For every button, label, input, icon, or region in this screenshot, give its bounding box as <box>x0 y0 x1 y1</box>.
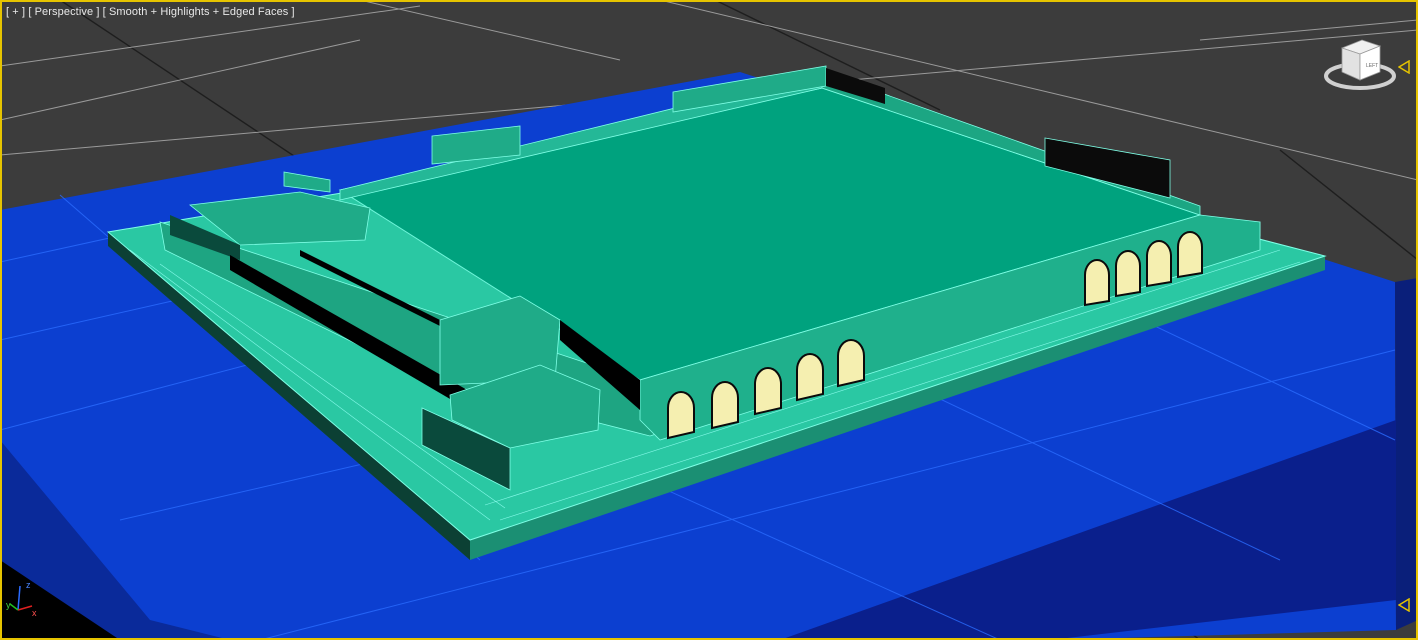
viewport-scene[interactable] <box>0 0 1418 640</box>
shading-menu[interactable]: [ Smooth + Highlights + Edged Faces ] <box>103 6 295 18</box>
point-of-view-menu[interactable]: [ Perspective ] <box>28 6 99 18</box>
general-viewport-menu[interactable]: [ + ] <box>6 6 25 18</box>
viewcube-label-left: LEFT <box>1366 63 1378 69</box>
axis-tripod: z x y <box>6 580 37 618</box>
axis-z-label: z <box>26 580 31 590</box>
axis-z-line <box>17 585 21 611</box>
viewcube-left-face[interactable] <box>1341 47 1361 81</box>
axis-x-line <box>17 605 33 611</box>
viewport-label-menu[interactable]: [ + ] [ Perspective ] [ Smooth + Highlig… <box>6 6 295 18</box>
viewport-corner-indicator-bottom[interactable] <box>1398 598 1410 612</box>
axis-y-line <box>9 603 19 611</box>
viewcube[interactable]: LEFT <box>1322 36 1398 96</box>
perspective-viewport[interactable]: [ + ] [ Perspective ] [ Smooth + Highlig… <box>0 0 1418 640</box>
axis-y-label: y <box>6 600 11 610</box>
viewport-corner-indicator-top[interactable] <box>1398 60 1410 74</box>
axis-x-label: x <box>32 608 37 618</box>
